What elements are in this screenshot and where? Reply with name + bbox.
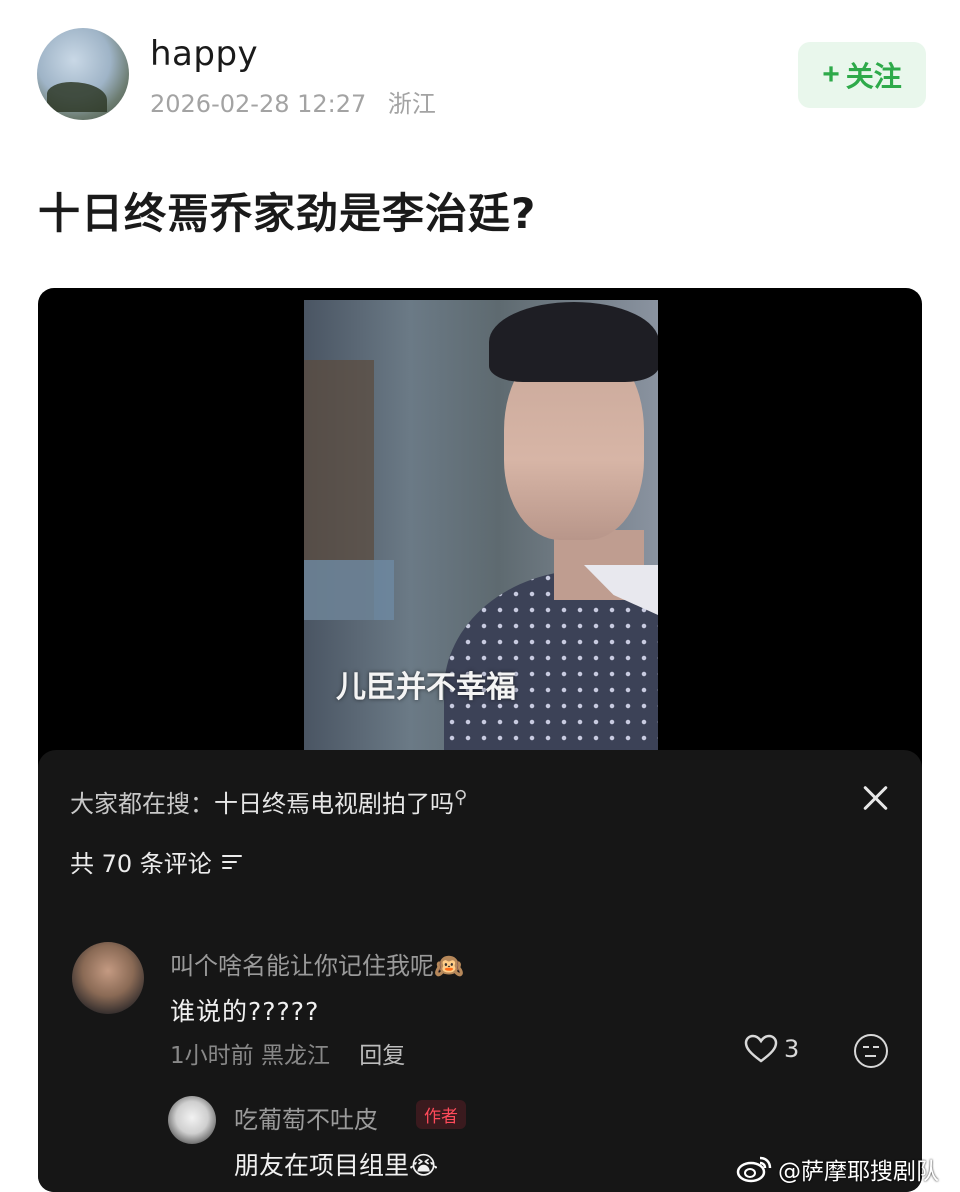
user-avatar[interactable] xyxy=(37,28,129,120)
search-suggestion[interactable]: 大家都在搜：十日终焉电视剧拍了吗⚲ xyxy=(70,784,467,819)
watermark-text: @萨摩耶搜剧队 xyxy=(778,1159,939,1185)
comment-panel: 大家都在搜：十日终焉电视剧拍了吗⚲ 共 70 条评论 叫个啥名能让你记住我呢🙉 … xyxy=(38,750,922,1192)
post-title: 十日终焉乔家劲是李治廷? xyxy=(38,189,537,238)
reply-button[interactable]: 回复 xyxy=(359,1043,405,1069)
video-subtitle: 儿臣并不幸福 xyxy=(336,670,516,705)
follow-label: 关注 xyxy=(845,61,902,92)
weibo-icon xyxy=(736,1156,772,1183)
reply-author-name[interactable]: 吃葡萄不吐皮 xyxy=(234,1100,378,1135)
sort-icon[interactable] xyxy=(221,854,242,870)
magnifier-icon: ⚲ xyxy=(454,787,468,808)
commenter-avatar[interactable] xyxy=(72,942,144,1014)
close-icon[interactable] xyxy=(858,780,894,816)
comment-meta: 1小时前 黑龙江 回复 xyxy=(170,1036,405,1070)
comment-count: 共 70 条评论 xyxy=(70,850,212,878)
comment-count-sort[interactable]: 共 70 条评论 xyxy=(70,844,242,879)
comment-location: 黑龙江 xyxy=(260,1043,330,1069)
follow-button[interactable]: + 关注 xyxy=(798,42,926,108)
reply-avatar[interactable] xyxy=(168,1096,216,1144)
post-timestamp: 2026-02-28 12:27 xyxy=(150,90,367,118)
username[interactable]: happy xyxy=(150,34,258,74)
comment-text: 谁说的????? xyxy=(170,997,320,1026)
post-image[interactable]: 儿臣并不幸福 大家都在搜：十日终焉电视剧拍了吗⚲ 共 70 条评论 叫个啥名能让… xyxy=(38,288,922,1192)
author-badge: 作者 xyxy=(416,1100,466,1129)
dislike-icon[interactable] xyxy=(854,1034,888,1068)
comment-time: 1小时前 xyxy=(170,1043,254,1069)
post-meta: 2026-02-28 12:27 浙江 xyxy=(150,84,436,119)
plus-icon: + xyxy=(822,58,840,91)
search-term: 十日终焉电视剧拍了吗 xyxy=(214,790,454,818)
background-structure xyxy=(304,560,394,620)
like-button[interactable]: 3 xyxy=(744,1034,799,1064)
heart-icon xyxy=(744,1034,778,1063)
commenter-name[interactable]: 叫个啥名能让你记住我呢🙉 xyxy=(170,946,464,981)
like-count: 3 xyxy=(784,1035,800,1063)
post-header: happy 2026-02-28 12:27 浙江 + 关注 xyxy=(0,0,960,150)
video-frame[interactable]: 儿臣并不幸福 xyxy=(304,300,658,752)
actor-hair xyxy=(489,302,658,382)
search-prefix: 大家都在搜： xyxy=(70,790,214,818)
post-location: 浙江 xyxy=(387,90,436,118)
reply-text: 朋友在项目组里😭 xyxy=(234,1151,439,1180)
watermark: @萨摩耶搜剧队 xyxy=(736,1152,939,1186)
